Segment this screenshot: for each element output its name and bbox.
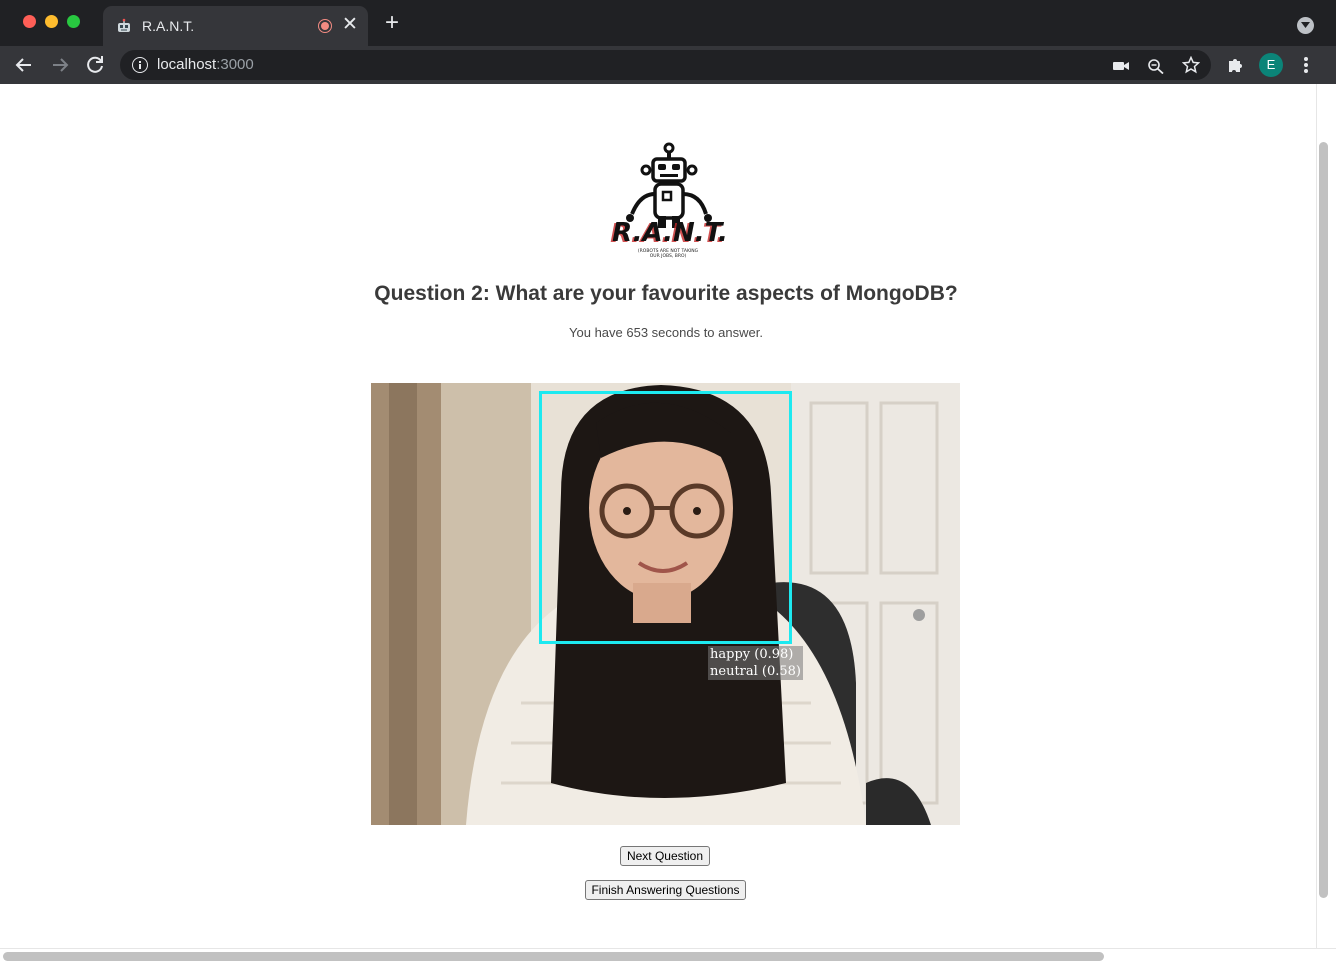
logo-wordmark: R.A.N.T. — [612, 218, 728, 248]
reload-icon[interactable] — [83, 53, 107, 77]
close-tab-icon[interactable]: ✕ — [340, 15, 360, 35]
webcam-video-feed: happy (0.98) neutral (0.58) — [371, 383, 960, 825]
face-detection-box — [539, 391, 792, 644]
tab-strip: R.A.N.T. ✕ + — [0, 0, 1336, 46]
new-tab-button[interactable]: + — [381, 11, 403, 35]
emotion-label-happy: happy (0.98) — [710, 647, 794, 662]
question-heading: Question 2: What are your favourite aspe… — [374, 282, 958, 305]
rant-robot-logo: R.A.N.T. R.A.N.T. (ROBOTS ARE NOT TAKING… — [610, 142, 728, 259]
back-arrow-icon[interactable] — [12, 53, 36, 77]
address-bar[interactable]: localhost:3000 — [120, 50, 1211, 80]
recording-indicator-icon — [318, 19, 332, 33]
forward-arrow-icon[interactable] — [48, 53, 72, 77]
close-window-button[interactable] — [23, 15, 36, 28]
tab-search-button[interactable] — [1297, 17, 1314, 34]
chevron-down-icon — [1301, 22, 1310, 28]
zoom-window-button[interactable] — [67, 15, 80, 28]
horizontal-scrollbar-thumb[interactable] — [3, 952, 1104, 961]
browser-toolbar: localhost:3000 E — [0, 46, 1336, 84]
url-port: :3000 — [216, 56, 254, 73]
site-info-icon[interactable] — [132, 57, 148, 73]
vertical-scrollbar-thumb[interactable] — [1319, 142, 1328, 898]
tab-title: R.A.N.T. — [142, 18, 195, 34]
zoom-icon[interactable] — [1147, 58, 1165, 74]
bookmark-star-icon[interactable] — [1182, 56, 1200, 74]
countdown-text: You have 653 seconds to answer. — [569, 325, 763, 340]
emotion-labels: happy (0.98) neutral (0.58) — [708, 646, 804, 680]
url-host: localhost — [157, 56, 217, 73]
finish-answering-button[interactable]: Finish Answering Questions — [585, 880, 746, 900]
next-question-button[interactable]: Next Question — [620, 846, 710, 866]
profile-avatar[interactable]: E — [1259, 53, 1283, 77]
tab-rant[interactable]: R.A.N.T. ✕ — [103, 6, 368, 46]
camera-in-use-icon[interactable] — [1112, 58, 1130, 74]
url-text: localhost:3000 — [157, 56, 254, 73]
minimize-window-button[interactable] — [45, 15, 58, 28]
logo-tagline-line2: OUR JOBS, BRO) — [650, 253, 687, 259]
robot-icon — [118, 18, 130, 32]
browser-menu-icon[interactable] — [1300, 55, 1312, 75]
browser-window: R.A.N.T. ✕ + localhost:3000 E R.A.N.T. R… — [0, 0, 1336, 966]
extensions-puzzle-icon[interactable] — [1226, 56, 1244, 74]
emotion-label-neutral: neutral (0.58) — [710, 664, 802, 679]
page-content: R.A.N.T. R.A.N.T. (ROBOTS ARE NOT TAKING… — [0, 84, 1316, 948]
